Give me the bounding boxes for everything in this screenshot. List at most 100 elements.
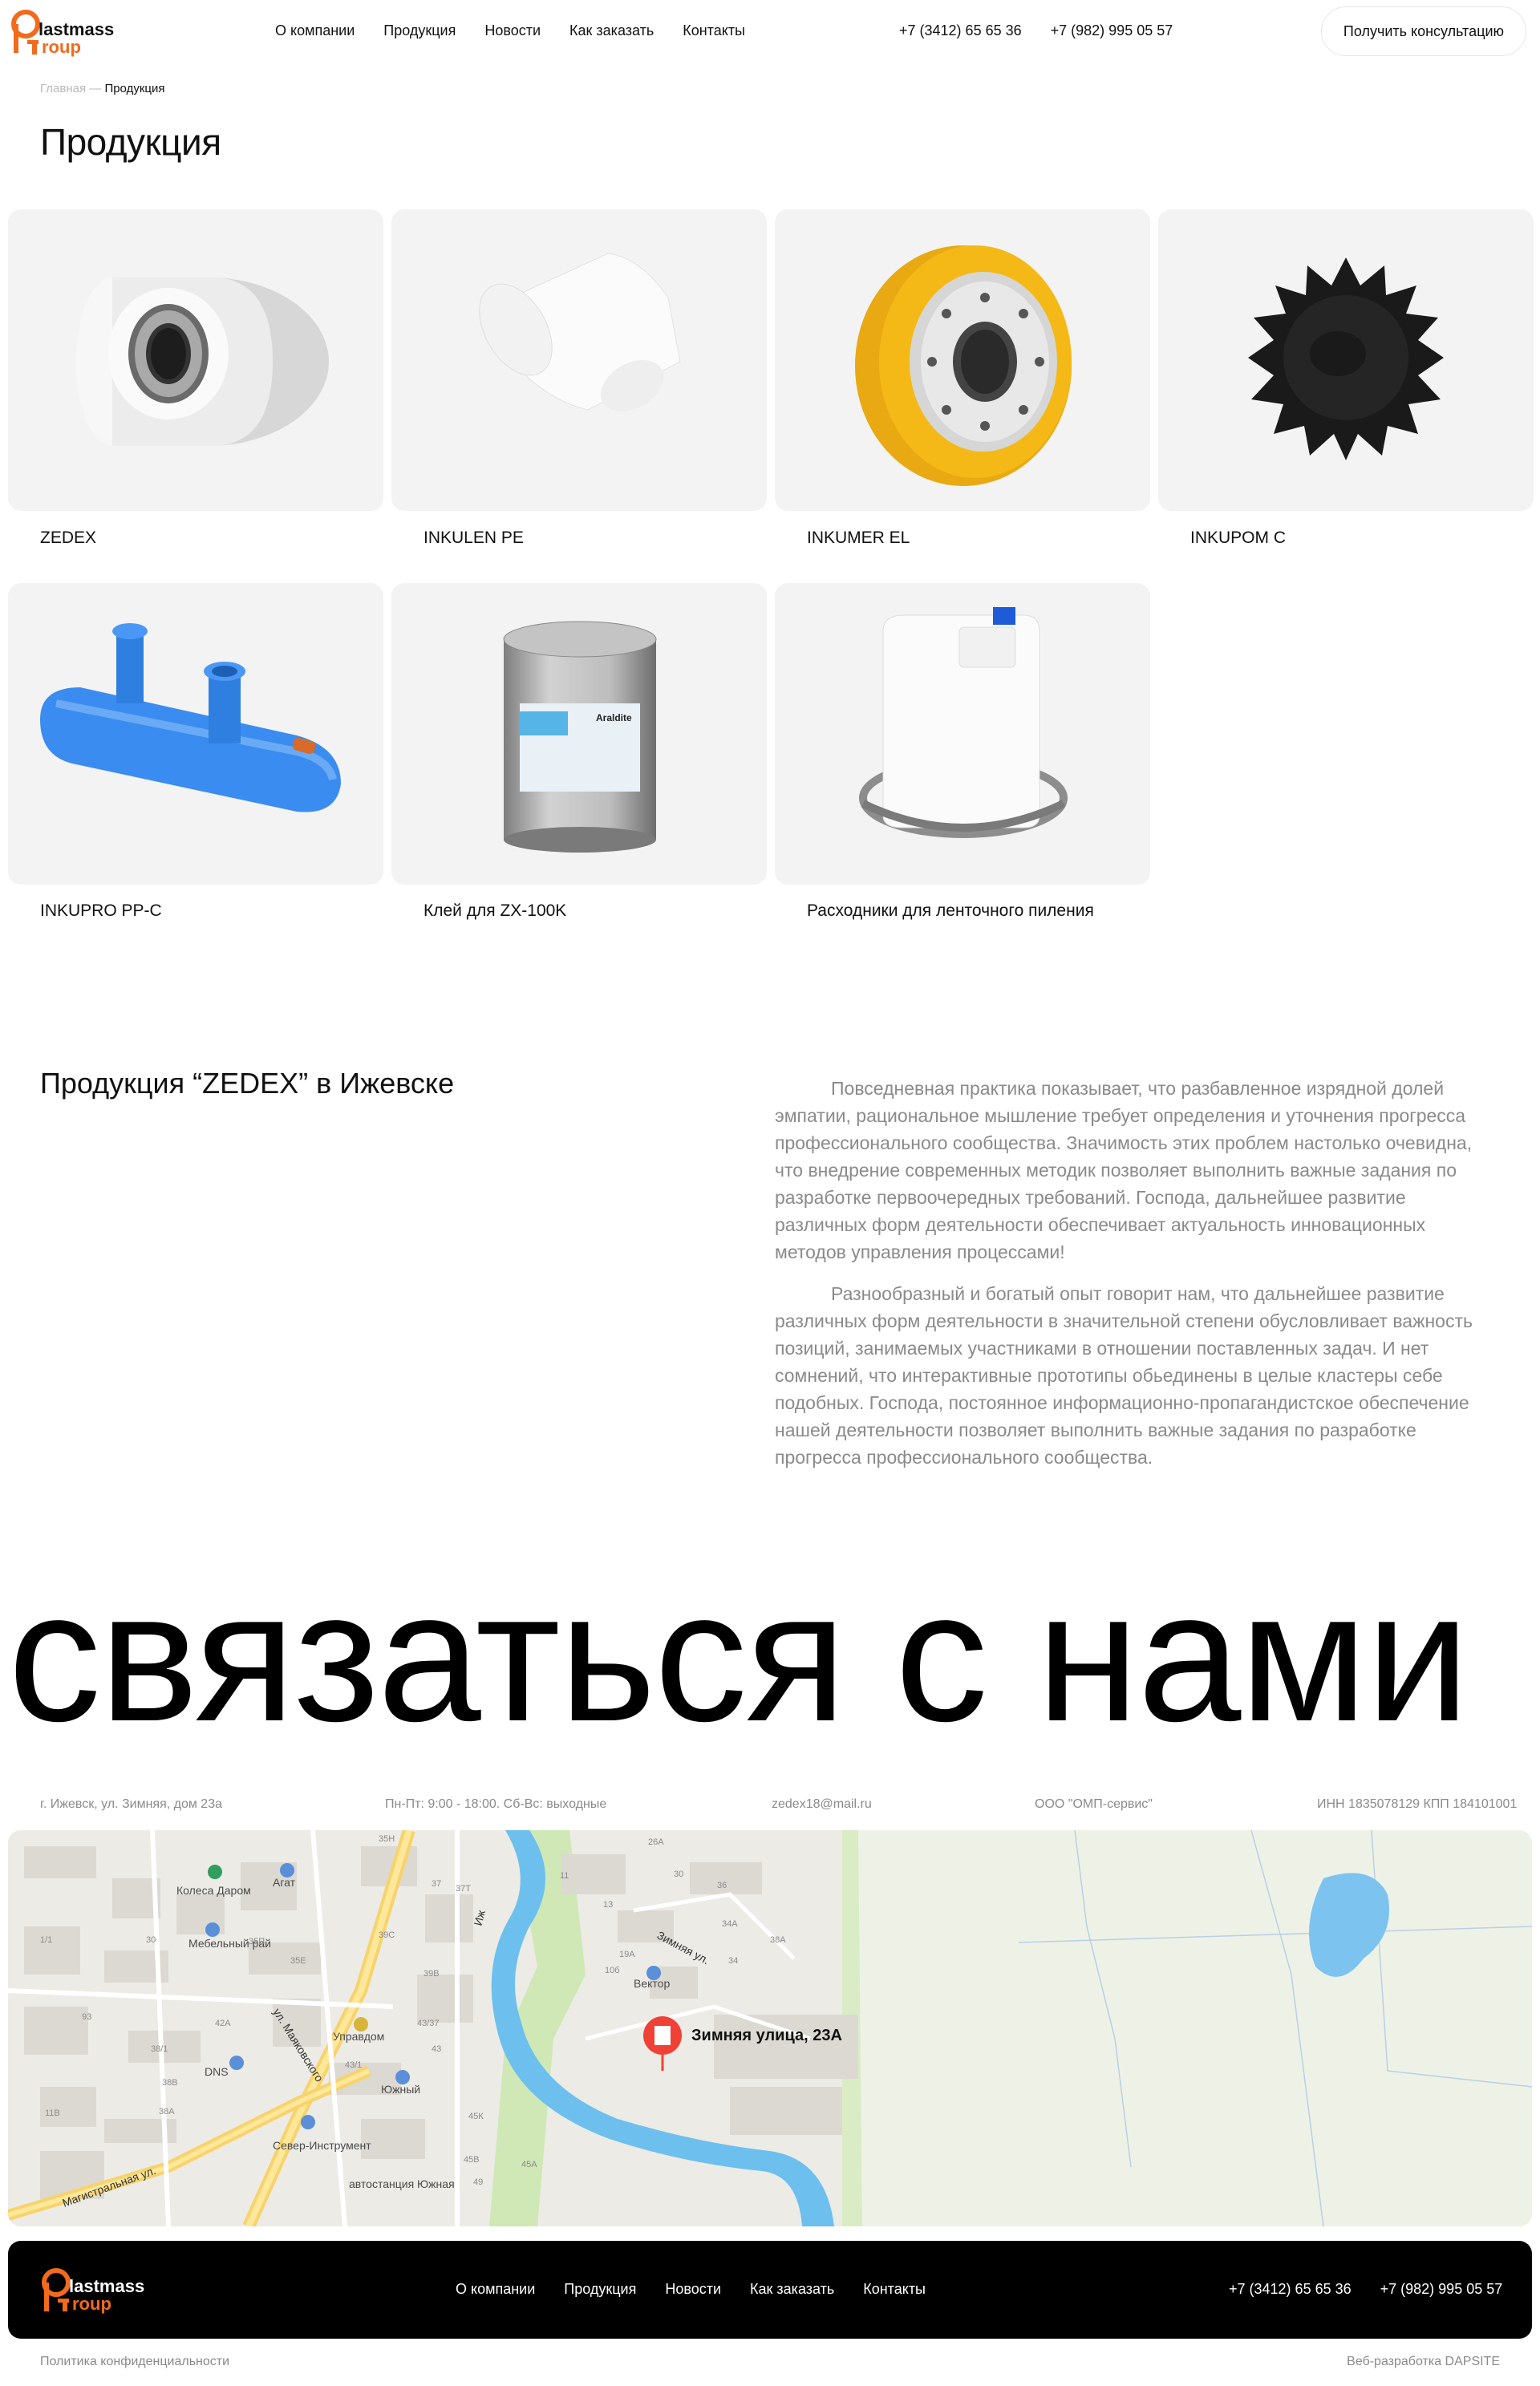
map-house-number: 19А	[619, 1950, 635, 1959]
footer-nav-about[interactable]: О компании	[456, 2281, 535, 2298]
map-house-number: 43	[432, 2044, 441, 2054]
product-name[interactable]: Расходники для ленточного пиления	[807, 899, 1128, 923]
nav-about[interactable]: О компании	[275, 22, 355, 39]
main-nav: О компании Продукция Новости Как заказат…	[275, 22, 745, 39]
footer-logo-text-bottom: roup	[72, 2294, 111, 2314]
location-map[interactable]: Колеса Даром Агат Мебельный рай Управдом…	[8, 1830, 1532, 2226]
footer-phone-link-2[interactable]: +7 (982) 995 05 57	[1380, 2281, 1503, 2298]
map-place-label: Управдом	[333, 2030, 384, 2043]
breadcrumb-home[interactable]: Главная	[40, 82, 86, 95]
poi-marker[interactable]	[646, 1966, 661, 1980]
map-house-number: 26А	[648, 1837, 664, 1847]
map-house-number: 35Н	[379, 1834, 395, 1844]
contact-email[interactable]: zedex18@mail.ru	[772, 1797, 872, 1812]
page-title: Продукция	[40, 121, 221, 163]
contact-banner-text[interactable]: связаться с нами	[8, 1553, 1469, 1761]
product-name[interactable]: INKULEN PE	[424, 526, 744, 550]
product-name[interactable]: INKUMER EL	[807, 526, 1128, 550]
footer-nav-products[interactable]: Продукция	[564, 2281, 636, 2298]
phone-link-2[interactable]: +7 (982) 995 05 57	[1051, 22, 1173, 39]
map-house-number: 10б	[605, 1966, 620, 1975]
product-name[interactable]: INKUPRO PP-C	[40, 899, 361, 923]
contact-requisites: ИНН 1835078129 КПП 184101001	[1317, 1797, 1518, 1811]
poi-marker[interactable]	[205, 1922, 220, 1937]
footer-phones: +7 (3412) 65 65 36 +7 (982) 995 05 57	[1229, 2281, 1502, 2298]
nav-contacts[interactable]: Контакты	[683, 22, 745, 39]
roller-bearing-image	[76, 277, 329, 446]
map-house-number: 43/37	[417, 2019, 440, 2028]
product-card-inkupom-c[interactable]	[1158, 209, 1534, 511]
breadcrumb-separator: —	[89, 82, 102, 95]
map-house-number: 37Т	[456, 1884, 471, 1894]
plastmass-group-logo[interactable]: lastmass roup	[10, 8, 130, 58]
map-house-number: 39С	[379, 1930, 395, 1940]
map-place-label: Агат	[273, 1876, 296, 1889]
poi-marker[interactable]	[301, 2115, 315, 2129]
map-house-number: 34А	[722, 1919, 738, 1929]
footer-nav-contacts[interactable]: Контакты	[863, 2281, 926, 2298]
logo-text-bottom: roup	[42, 37, 81, 57]
poi-marker[interactable]	[280, 1863, 294, 1878]
map-house-number: 49	[473, 2177, 483, 2187]
map-place-label: Север-Инструмент	[273, 2139, 371, 2152]
map-house-number: 36	[717, 1881, 727, 1890]
breadcrumb: Главная — Продукция	[40, 82, 164, 95]
map-house-number: 11В	[45, 2109, 60, 2118]
developer-credit-link[interactable]: Веб-разработка DAPSITE	[1347, 2355, 1500, 2369]
breadcrumb-current: Продукция	[104, 82, 165, 95]
map-place-label: автостанция Южная	[349, 2177, 455, 2190]
map-house-number: 11	[560, 1871, 569, 1881]
footer-nav-news[interactable]: Новости	[665, 2281, 721, 2298]
map-place-label: Колеса Даром	[176, 1884, 251, 1897]
product-card-inkupro-pp-c[interactable]	[8, 583, 383, 885]
about-title: Продукция “ZEDEX” в Ижевске	[40, 1067, 455, 1100]
poi-marker[interactable]	[208, 1865, 222, 1879]
product-card-band-saw-consumables[interactable]	[775, 583, 1150, 885]
map-house-number: 45В	[464, 2155, 480, 2165]
site-footer: lastmass roup О компании Продукция Новос…	[8, 2241, 1532, 2339]
canister-saw-band-image	[859, 607, 1068, 838]
product-name[interactable]: ZEDEX	[40, 526, 361, 550]
map-house-number: 93	[82, 2012, 91, 2022]
footer-logo[interactable]: lastmass roup	[40, 2265, 168, 2315]
poi-marker[interactable]	[229, 2056, 244, 2070]
map-canvas[interactable]: Колеса Даром Агат Мебельный рай Управдом…	[8, 1830, 1532, 2226]
product-card-inkulen-pe[interactable]	[391, 209, 767, 511]
footer-phone-link-1[interactable]: +7 (3412) 65 65 36	[1229, 2281, 1352, 2298]
product-name[interactable]: INKUPOM C	[1190, 526, 1511, 550]
product-name[interactable]: Клей для ZX-100K	[424, 899, 744, 923]
about-paragraph: Повседневная практика показывает, что ра…	[775, 1078, 1473, 1262]
map-house-number: 30	[674, 1870, 683, 1879]
site-header: lastmass roup О компании Продукция Новос…	[0, 0, 1540, 64]
header-phones: +7 (3412) 65 65 36 +7 (982) 995 05 57	[899, 22, 1173, 39]
map-house-number: 38В	[162, 2078, 178, 2088]
product-card-inkumer-el[interactable]	[775, 209, 1150, 511]
map-house-number: 30	[146, 1935, 156, 1945]
privacy-policy-link[interactable]: Политика конфиденциальности	[40, 2355, 229, 2369]
map-house-number: 45К	[468, 2112, 484, 2121]
product-card-glue-zx-100k[interactable]: Araldite	[391, 583, 767, 885]
map-house-number: 34	[728, 1956, 738, 1966]
product-card-zedex[interactable]	[8, 209, 383, 511]
nav-news[interactable]: Новости	[484, 22, 541, 39]
map-house-number: 38А	[159, 2107, 175, 2117]
map-house-number: 43/1	[345, 2060, 362, 2070]
footer-nav-how-to-order[interactable]: Как заказать	[750, 2281, 834, 2298]
nav-how-to-order[interactable]: Как заказать	[569, 22, 654, 39]
poi-marker[interactable]	[395, 2070, 410, 2084]
about-text: Повседневная практика показывает, что ра…	[775, 1075, 1497, 1485]
map-house-number: 35Е	[290, 1956, 306, 1966]
nav-products[interactable]: Продукция	[383, 22, 456, 39]
map-place-label: Южный	[381, 2083, 420, 2096]
contact-company: ООО "ОМП-сервис"	[1035, 1797, 1153, 1811]
contact-address: г. Ижевск, ул. Зимняя, дом 23а	[40, 1797, 222, 1811]
consultation-button[interactable]: Получить консультацию	[1321, 6, 1526, 56]
glue-can-image: Araldite	[503, 621, 657, 853]
poi-marker[interactable]	[354, 2017, 368, 2032]
map-house-number: 38/1	[151, 2044, 168, 2054]
map-house-number: 39В	[424, 1969, 440, 1979]
map-house-number: 42А	[215, 2019, 231, 2028]
yellow-wheel-image	[855, 245, 1072, 486]
phone-link-1[interactable]: +7 (3412) 65 65 36	[899, 22, 1022, 39]
svg-text:Araldite: Araldite	[596, 712, 632, 723]
